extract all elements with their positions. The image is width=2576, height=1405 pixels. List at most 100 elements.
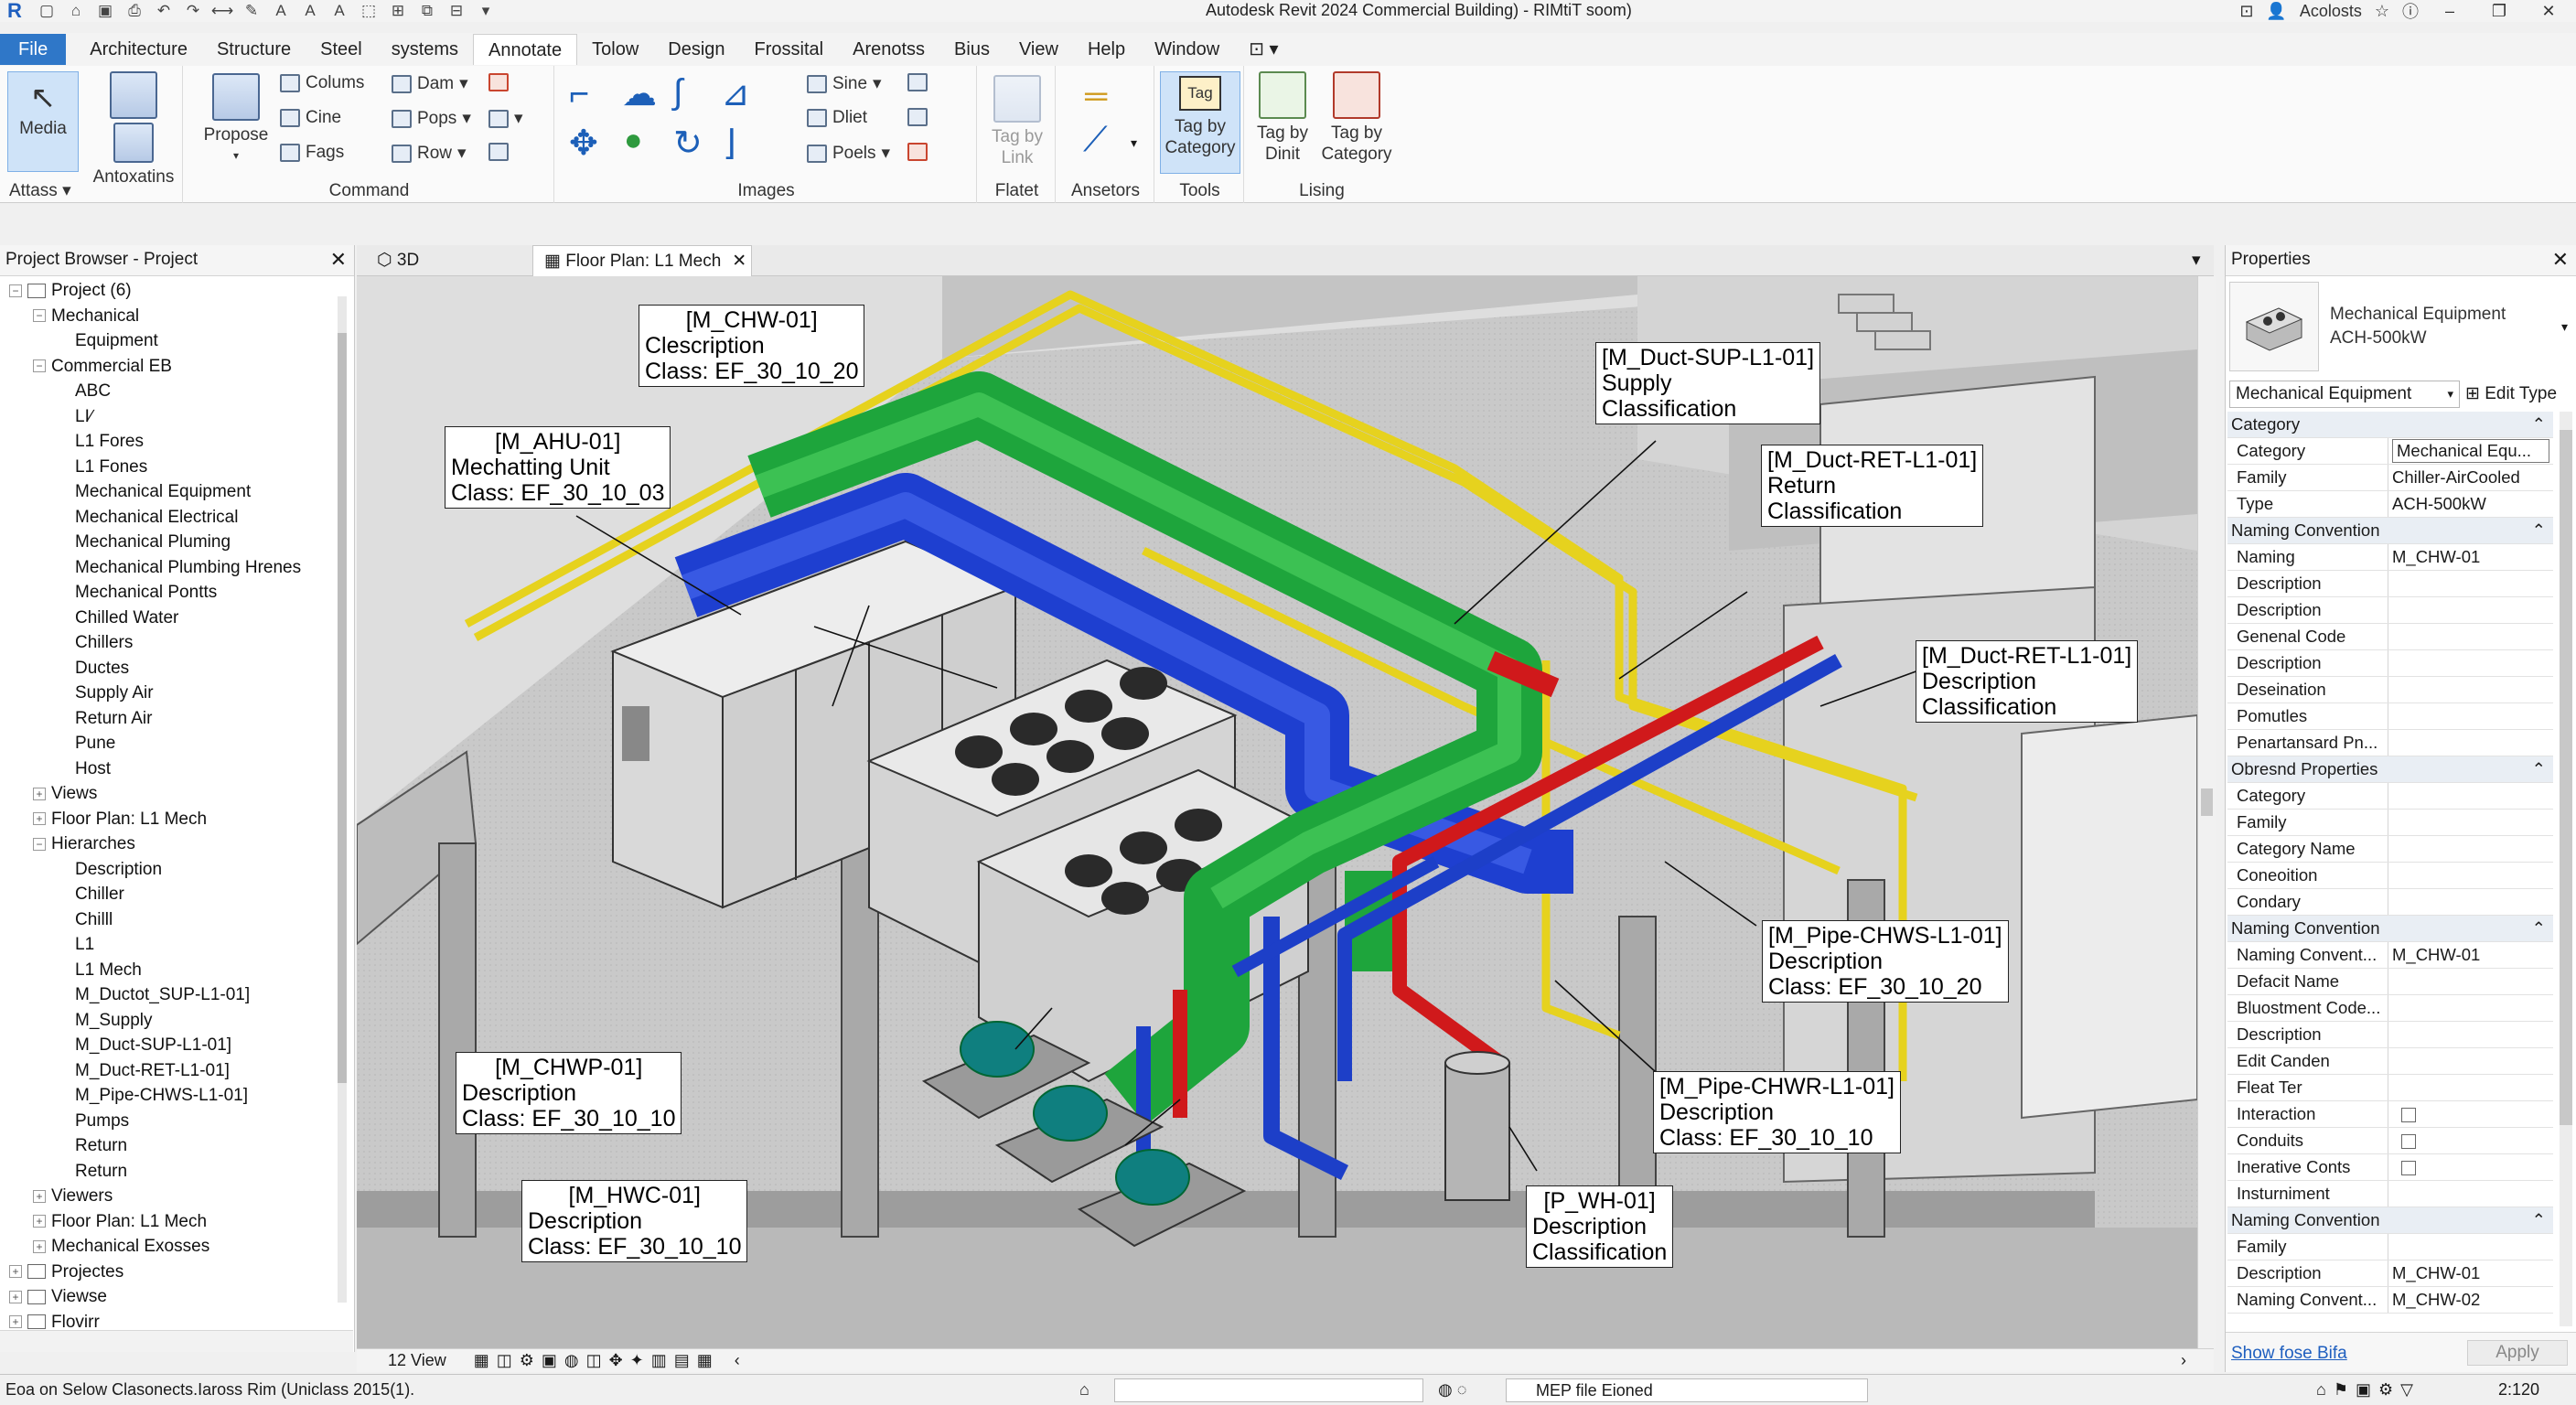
user-icon[interactable]: 👤 bbox=[2266, 2, 2286, 21]
dimension-icon[interactable]: ✎ bbox=[242, 2, 262, 20]
move-icon[interactable]: ✥ bbox=[569, 123, 598, 164]
region-icon[interactable]: ● bbox=[624, 123, 643, 158]
collapse-icon[interactable]: − bbox=[9, 284, 22, 297]
tree-node[interactable]: Pune bbox=[75, 731, 115, 756]
tree-node[interactable]: + Floor Plan: L1 Mech bbox=[33, 807, 207, 831]
shape-icon[interactable]: ☁ bbox=[622, 73, 657, 114]
edit-type-button[interactable]: ⊞ Edit Type bbox=[2465, 381, 2557, 408]
fags-button[interactable]: Fags bbox=[280, 143, 344, 163]
poels-button[interactable]: Poels ▾ bbox=[807, 143, 890, 164]
tree-node[interactable]: − Hierarches bbox=[33, 831, 135, 856]
property-value[interactable]: M_CHW-01 bbox=[2388, 1260, 2553, 1286]
view-vertical-scrollbar[interactable] bbox=[2197, 276, 2216, 1348]
favorite-icon[interactable]: ☆ bbox=[2375, 2, 2389, 21]
property-value[interactable] bbox=[2388, 995, 2553, 1021]
property-checkbox[interactable] bbox=[2401, 1108, 2416, 1123]
close-browser-icon[interactable]: ✕ bbox=[330, 245, 347, 274]
property-value[interactable]: M_CHW-02 bbox=[2388, 1287, 2553, 1313]
tree-node[interactable]: Mechanical Pluming bbox=[75, 530, 231, 554]
collapse-icon[interactable]: − bbox=[33, 309, 46, 323]
element-tag[interactable]: [M_Duct-RET-L1-01] Return Classification bbox=[1761, 445, 1984, 527]
property-value[interactable] bbox=[2388, 1048, 2553, 1074]
element-tag[interactable]: [M_CHWP-01] Description Class: EF_30_10_10 bbox=[456, 1052, 682, 1134]
element-tag[interactable]: [M_AHU-01] Mechatting Unit Class: EF_30_10… bbox=[445, 426, 671, 509]
property-value[interactable] bbox=[2388, 730, 2553, 756]
rotate-icon[interactable]: ↻ bbox=[673, 123, 703, 164]
property-value[interactable]: Mechanical Equ... bbox=[2392, 439, 2549, 463]
property-section-header[interactable]: Naming Convention ⌃ bbox=[2227, 1207, 2553, 1234]
section-icon[interactable]: ⊞ bbox=[388, 2, 408, 20]
trim-button[interactable] bbox=[907, 73, 928, 91]
tree-node[interactable]: Equipment bbox=[75, 328, 158, 353]
tree-node[interactable]: L1 Fones bbox=[75, 455, 147, 479]
property-section-header[interactable]: Category ⌃ bbox=[2227, 412, 2553, 438]
beam-icon[interactable]: ═ bbox=[1085, 79, 1107, 114]
element-tag[interactable]: [M_HWC-01] Description Class: EF_30_10_10 bbox=[521, 1180, 748, 1262]
collapse-section-icon[interactable]: ⌃ bbox=[2531, 518, 2546, 543]
close-button[interactable]: ✕ bbox=[2530, 2, 2567, 21]
property-value[interactable] bbox=[2388, 624, 2553, 649]
expand-icon[interactable]: + bbox=[33, 1239, 46, 1253]
cine-button[interactable]: Cine bbox=[280, 108, 341, 128]
tree-node[interactable]: Mechanical Electrical bbox=[75, 505, 238, 530]
sine-button[interactable]: Sine ▾ bbox=[807, 73, 882, 94]
property-value[interactable] bbox=[2388, 571, 2553, 596]
text-style-icon[interactable]: A bbox=[300, 2, 320, 20]
save-icon[interactable]: ▣ bbox=[95, 2, 115, 20]
tab-floor-plan[interactable]: ▦ Floor Plan: L1 Mech ✕ bbox=[532, 245, 752, 276]
tree-node[interactable]: Mechanical Pontts bbox=[75, 580, 217, 605]
wall-icon[interactable]: ⌐ bbox=[569, 75, 589, 114]
view-scale[interactable]: 12 View bbox=[388, 1351, 446, 1370]
tab-design[interactable]: Design bbox=[653, 34, 739, 65]
text-format-icon[interactable]: A bbox=[329, 2, 349, 20]
collapse-icon[interactable]: − bbox=[33, 837, 46, 851]
element-tag[interactable]: [M_Pipe-CHWR-L1-01] Description Class: EF_… bbox=[1653, 1071, 1902, 1153]
tab-frossital[interactable]: Frossital bbox=[740, 34, 839, 65]
property-value[interactable] bbox=[2388, 783, 2553, 809]
scroll-right-icon[interactable]: › bbox=[2181, 1351, 2186, 1370]
cloud-icon[interactable]: ⊡ bbox=[2239, 2, 2253, 21]
restore-button[interactable]: ❐ bbox=[2481, 2, 2517, 21]
tree-node[interactable]: L1 bbox=[75, 932, 94, 957]
property-value[interactable]: M_CHW-01 bbox=[2388, 544, 2553, 570]
expand-icon[interactable]: + bbox=[33, 1215, 46, 1228]
property-value[interactable] bbox=[2388, 1101, 2553, 1127]
status-tool-icons[interactable]: ⌂⚑▣⚙▽ bbox=[2316, 1375, 2420, 1404]
element-tag[interactable]: [M_Duct-SUP-L1-01] Supply Classification bbox=[1595, 342, 1821, 424]
line-icon[interactable]: ⟋ bbox=[1083, 121, 1108, 160]
tree-node[interactable]: + Projectes bbox=[9, 1260, 123, 1284]
property-value[interactable] bbox=[2388, 810, 2553, 835]
tree-node[interactable]: Return Air bbox=[75, 706, 152, 731]
property-section-header[interactable]: Naming Convention ⌃ bbox=[2227, 916, 2553, 942]
switch-windows-icon[interactable]: ⊟ bbox=[446, 2, 467, 20]
element-tag[interactable]: [M_Duct-RET-L1-01] Description Classificat… bbox=[1916, 640, 2139, 723]
property-value[interactable] bbox=[2388, 650, 2553, 676]
tree-node[interactable]: + Viewse bbox=[9, 1284, 107, 1309]
antoxatins-button[interactable]: Antoxatins bbox=[88, 71, 179, 188]
redo-icon[interactable]: ↷ bbox=[183, 2, 203, 20]
property-value[interactable]: M_CHW-01 bbox=[2388, 942, 2553, 968]
expand-icon[interactable]: + bbox=[33, 1189, 46, 1203]
tree-node[interactable]: M_Ductot_SUP-L1-01] bbox=[75, 982, 250, 1007]
undo-icon[interactable]: ↶ bbox=[154, 2, 174, 20]
expand-icon[interactable]: + bbox=[9, 1265, 22, 1279]
collapse-section-icon[interactable]: ⌃ bbox=[2531, 916, 2546, 941]
dam-button[interactable]: Dam ▾ bbox=[392, 73, 468, 94]
view-control-icons[interactable]: ▦◫⚙▣◍◫✥✦▥▤▦ bbox=[474, 1351, 720, 1370]
tree-node[interactable]: Mechanical Plumbing Hrenes bbox=[75, 555, 301, 580]
tree-node[interactable]: LI∕ bbox=[75, 404, 92, 429]
tree-node[interactable]: + Views bbox=[33, 781, 97, 806]
dliet-button[interactable]: Dliet bbox=[807, 108, 867, 128]
line-dropdown-icon[interactable]: ▾ bbox=[1131, 135, 1137, 151]
tree-node[interactable]: − Mechanical bbox=[33, 304, 139, 328]
property-value[interactable] bbox=[2388, 889, 2553, 915]
property-value[interactable] bbox=[2388, 1181, 2553, 1207]
open-icon[interactable]: ⌂ bbox=[66, 2, 86, 20]
collapse-section-icon[interactable]: ⌃ bbox=[2531, 1207, 2546, 1233]
tab-bius[interactable]: Bius bbox=[939, 34, 1004, 65]
curve-icon[interactable]: ∫ bbox=[673, 73, 682, 113]
property-value[interactable] bbox=[2388, 1154, 2553, 1180]
tab-systems[interactable]: systems bbox=[377, 34, 473, 65]
measure-icon[interactable]: ⟷ bbox=[211, 2, 233, 20]
pops-button[interactable]: Pops ▾ bbox=[392, 108, 471, 129]
